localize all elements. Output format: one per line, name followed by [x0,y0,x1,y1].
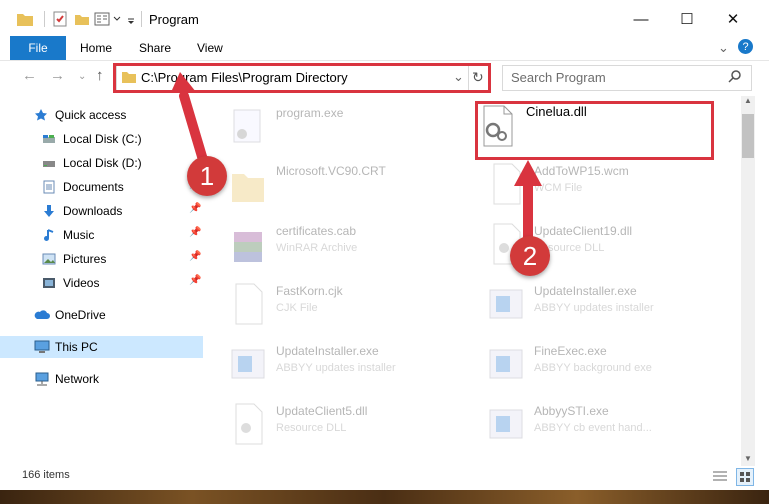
arrow-step-1 [172,72,211,175]
arrow-step-2 [514,160,542,247]
file-explorer-window: Program — ☐ ✕ File Home Share View ⌄ ? ←… [0,0,769,490]
step-1-badge: 1 [187,156,227,196]
desktop-background [0,490,769,504]
annotation-arrows [172,72,542,247]
step-2-badge: 2 [510,236,550,276]
